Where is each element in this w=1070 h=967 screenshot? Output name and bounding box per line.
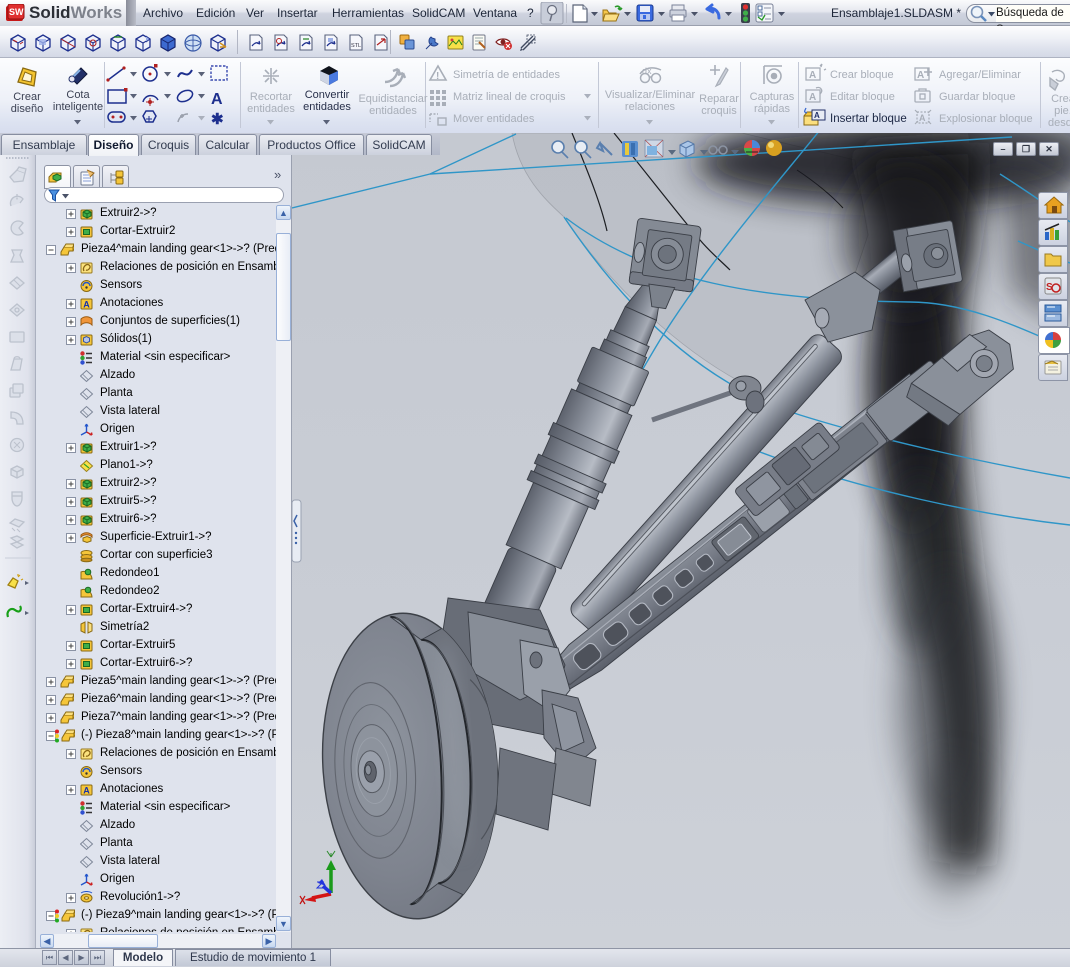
svg-text:Crear bloque: Crear bloque — [830, 69, 894, 81]
svg-text:A: A — [809, 70, 816, 81]
svg-text:Mover entidades: Mover entidades — [453, 113, 535, 125]
svg-text:A: A — [809, 92, 816, 103]
svg-text:pie.: pie. — [1054, 105, 1070, 117]
svg-text:A: A — [919, 113, 926, 123]
svg-text:Visualizar/Eliminar: Visualizar/Eliminar — [605, 89, 696, 101]
svg-text:diseño: diseño — [11, 103, 43, 115]
svg-text:entidades: entidades — [369, 105, 417, 117]
svg-text:croquis: croquis — [701, 105, 737, 117]
svg-text:rápidas: rápidas — [754, 103, 791, 115]
svg-text:✱: ✱ — [211, 111, 224, 128]
svg-text:A: A — [917, 70, 924, 81]
svg-text:Simetría de entidades: Simetría de entidades — [453, 69, 561, 81]
svg-text:Reparar: Reparar — [699, 93, 739, 105]
svg-text:Recortar: Recortar — [250, 91, 293, 103]
svg-text:entidades: entidades — [303, 101, 351, 113]
svg-text:Crea: Crea — [1051, 93, 1070, 105]
svg-text:dx: dx — [642, 66, 652, 76]
svg-text:A: A — [814, 111, 820, 120]
svg-text:Convertir: Convertir — [305, 89, 350, 101]
svg-text:Explosionar bloque: Explosionar bloque — [939, 113, 1033, 125]
svg-text:Crear: Crear — [13, 91, 41, 103]
svg-text:Equidistanciar: Equidistanciar — [358, 93, 427, 105]
svg-text:relaciones: relaciones — [625, 101, 676, 113]
svg-text:inteligente: inteligente — [53, 101, 103, 113]
svg-text:!: ! — [436, 71, 439, 82]
svg-text:entidades: entidades — [247, 103, 295, 115]
svg-text:Editar bloque: Editar bloque — [830, 91, 895, 103]
svg-text:desde: desde — [1048, 117, 1070, 129]
svg-text:Capturas: Capturas — [750, 91, 795, 103]
svg-text:Matriz lineal de croquis: Matriz lineal de croquis — [453, 91, 566, 103]
svg-text:A: A — [211, 91, 223, 108]
svg-text:Agregar/Eliminar: Agregar/Eliminar — [939, 69, 1021, 81]
svg-text:STL: STL — [351, 43, 361, 49]
svg-text:Guardar bloque: Guardar bloque — [939, 91, 1015, 103]
svg-text:Insertar bloque: Insertar bloque — [830, 113, 907, 125]
svg-text:Cota: Cota — [66, 89, 90, 101]
svg-text:SW: SW — [9, 7, 24, 17]
